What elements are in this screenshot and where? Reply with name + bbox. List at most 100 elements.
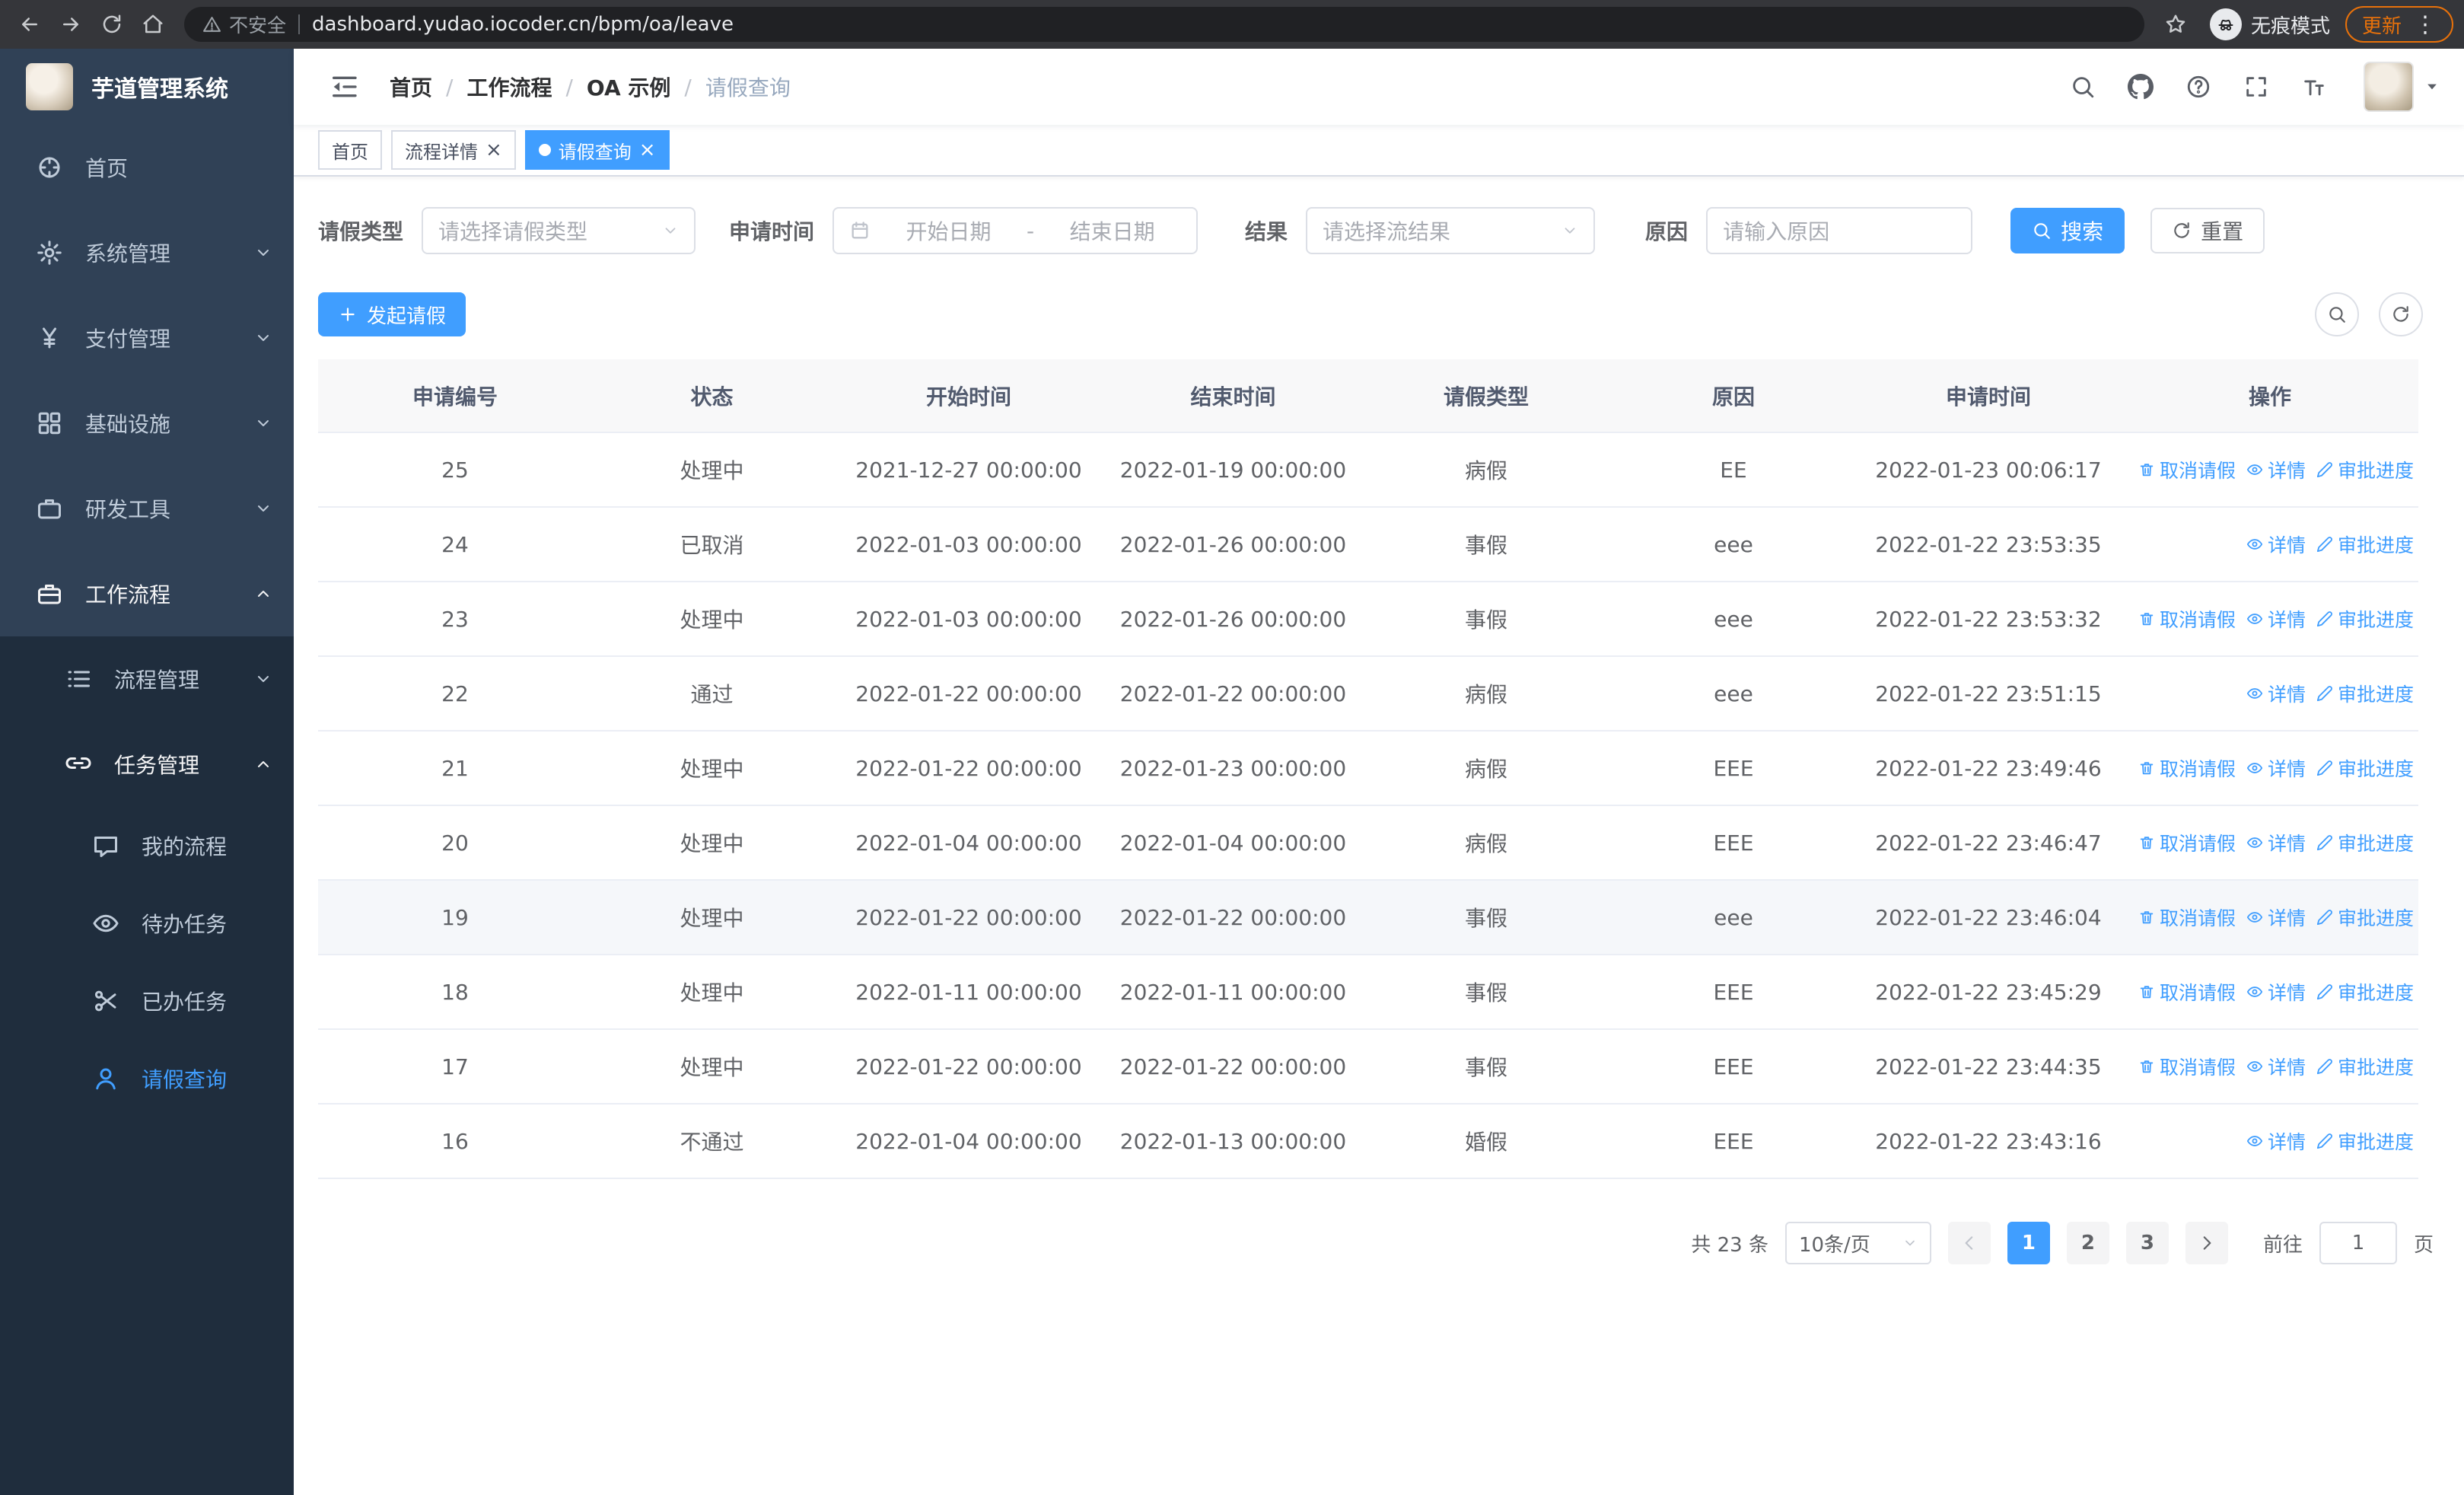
address-bar[interactable]: 不安全 dashboard.yudao.iocoder.cn/bpm/oa/le… [184,7,2144,42]
progress-action-link[interactable]: 审批进度 [2316,456,2414,483]
font-size-button[interactable] [2301,74,2327,100]
sidebar-item-payment[interactable]: 支付管理 [0,295,294,381]
tab-label: 请假查询 [558,141,632,163]
cancel-action-link[interactable]: 取消请假 [2138,829,2236,856]
cell-end: 2022-01-11 00:00:00 [1106,955,1361,1030]
refresh-table-button[interactable] [2379,292,2423,336]
page-button-1[interactable]: 1 [2007,1222,2050,1264]
date-start-placeholder: 开始日期 [906,219,992,244]
table-row: 19 处理中 2022-01-22 00:00:00 2022-01-22 00:00… [318,880,2418,955]
create-leave-button[interactable]: 发起请假 [318,292,466,336]
update-button[interactable]: 更新 ⋮ [2345,6,2453,43]
tab-process-detail[interactable]: 流程详情 × [391,130,516,170]
fullscreen-button[interactable] [2243,74,2269,100]
breadcrumb-item-workflow[interactable]: 工作流程 [466,72,552,102]
sidebar-item-workflow[interactable]: 工作流程 [0,551,294,636]
sidebar-item-my-process[interactable]: 我的流程 [0,807,294,885]
progress-action-link[interactable]: 审批进度 [2316,829,2414,856]
cancel-action-link[interactable]: 取消请假 [2138,1053,2236,1080]
result-select[interactable]: 请选择流结果 [1306,207,1596,254]
tab-leave-query[interactable]: 请假查询 × [524,130,670,170]
connection-icon [62,751,94,778]
progress-action-link[interactable]: 审批进度 [2316,680,2414,707]
cancel-action-link[interactable]: 取消请假 [2138,904,2236,931]
breadcrumb-item-home[interactable]: 首页 [390,72,432,102]
browser-reload-button[interactable] [93,5,131,43]
detail-action-link[interactable]: 详情 [2246,1053,2306,1080]
progress-action-link[interactable]: 审批进度 [2316,754,2414,782]
detail-action-link[interactable]: 详情 [2246,754,2306,782]
cell-end: 2022-01-22 00:00:00 [1106,880,1361,955]
next-page-button[interactable] [2185,1222,2228,1264]
page-size-select[interactable]: 10条/页 [1784,1222,1931,1264]
sidebar-item-task-mgmt[interactable]: 任务管理 [0,722,294,807]
tab-label: 流程详情 [405,141,478,163]
sidebar-item-home[interactable]: 首页 [0,125,294,210]
detail-action-link[interactable]: 详情 [2246,1127,2306,1155]
progress-action-link[interactable]: 审批进度 [2316,904,2414,931]
search-submit-button[interactable]: 搜索 [2010,208,2125,253]
cancel-action-link[interactable]: 取消请假 [2138,605,2236,633]
apply-time-range-picker[interactable]: 开始日期 - 结束日期 [832,207,1199,254]
close-icon[interactable]: × [639,140,656,160]
cell-status: 处理中 [592,955,832,1030]
cancel-action-link[interactable]: 取消请假 [2138,978,2236,1006]
cell-applied: 2022-01-22 23:51:15 [1855,656,2122,732]
page-button-2[interactable]: 2 [2066,1222,2109,1264]
progress-action-link[interactable]: 审批进度 [2316,1127,2414,1155]
detail-action-link[interactable]: 详情 [2246,978,2306,1006]
search-button[interactable] [2070,74,2096,100]
detail-action-link[interactable]: 详情 [2246,829,2306,856]
sidebar-toggle-button[interactable] [318,72,370,102]
detail-action-link[interactable]: 详情 [2246,605,2306,633]
progress-action-link[interactable]: 审批进度 [2316,1053,2414,1080]
reset-button[interactable]: 重置 [2150,208,2265,253]
detail-action-link[interactable]: 详情 [2246,904,2306,931]
browser-home-button[interactable] [134,5,172,43]
user-menu[interactable] [2364,62,2440,112]
browser-menu-icon[interactable]: ⋮ [2414,11,2437,38]
detail-action-link[interactable]: 详情 [2246,531,2306,558]
browser-back-button[interactable] [11,5,49,43]
goto-page-input[interactable]: 1 [2319,1222,2397,1264]
progress-action-link[interactable]: 审批进度 [2316,531,2414,558]
browser-forward-button[interactable] [52,5,90,43]
detail-action-link[interactable]: 详情 [2246,456,2306,483]
chevron-down-icon [662,222,679,239]
sidebar-item-infrastructure[interactable]: 基础设施 [0,381,294,466]
cancel-action-link[interactable]: 取消请假 [2138,754,2236,782]
sidebar-item-process-mgmt[interactable]: 流程管理 [0,636,294,722]
cell-reason: EEE [1612,955,1855,1030]
action-label: 审批进度 [2337,982,2414,1004]
close-icon[interactable]: × [485,140,502,160]
app-logo[interactable]: 芋道管理系统 [0,49,294,125]
github-link[interactable] [2128,74,2154,100]
guide-icon [33,154,65,181]
forward-arrow-icon [59,13,82,36]
chevron-down-icon [254,499,272,518]
action-label: 详情 [2267,1131,2306,1153]
progress-action-link[interactable]: 审批进度 [2316,605,2414,633]
help-button[interactable] [2185,74,2211,100]
reason-input[interactable]: 请输入原因 [1706,207,1973,254]
sidebar-item-todo-tasks[interactable]: 待办任务 [0,885,294,962]
sidebar-item-dev-tools[interactable]: 研发工具 [0,466,294,551]
divider [298,14,301,34]
breadcrumb-item-oa-example[interactable]: OA 示例 [587,72,670,102]
detail-action-link[interactable]: 详情 [2246,680,2306,707]
prev-page-button[interactable] [1947,1222,1991,1264]
page-button-3[interactable]: 3 [2125,1222,2169,1264]
toggle-search-button[interactable] [2315,292,2359,336]
cell-id: 24 [318,507,592,582]
bookmark-star-button[interactable] [2157,5,2195,43]
progress-action-link[interactable]: 审批进度 [2316,978,2414,1006]
sidebar-item-system[interactable]: 系统管理 [0,210,294,295]
security-warning[interactable]: 不安全 [202,11,286,38]
tab-home[interactable]: 首页 [318,130,382,170]
sidebar-item-leave-query[interactable]: 请假查询 [0,1040,294,1117]
date-end-placeholder: 结束日期 [1069,219,1155,244]
trash-icon [2138,1058,2155,1075]
sidebar-item-done-tasks[interactable]: 已办任务 [0,962,294,1040]
leave-type-select[interactable]: 请选择请假类型 [422,207,696,254]
cancel-action-link[interactable]: 取消请假 [2138,456,2236,483]
